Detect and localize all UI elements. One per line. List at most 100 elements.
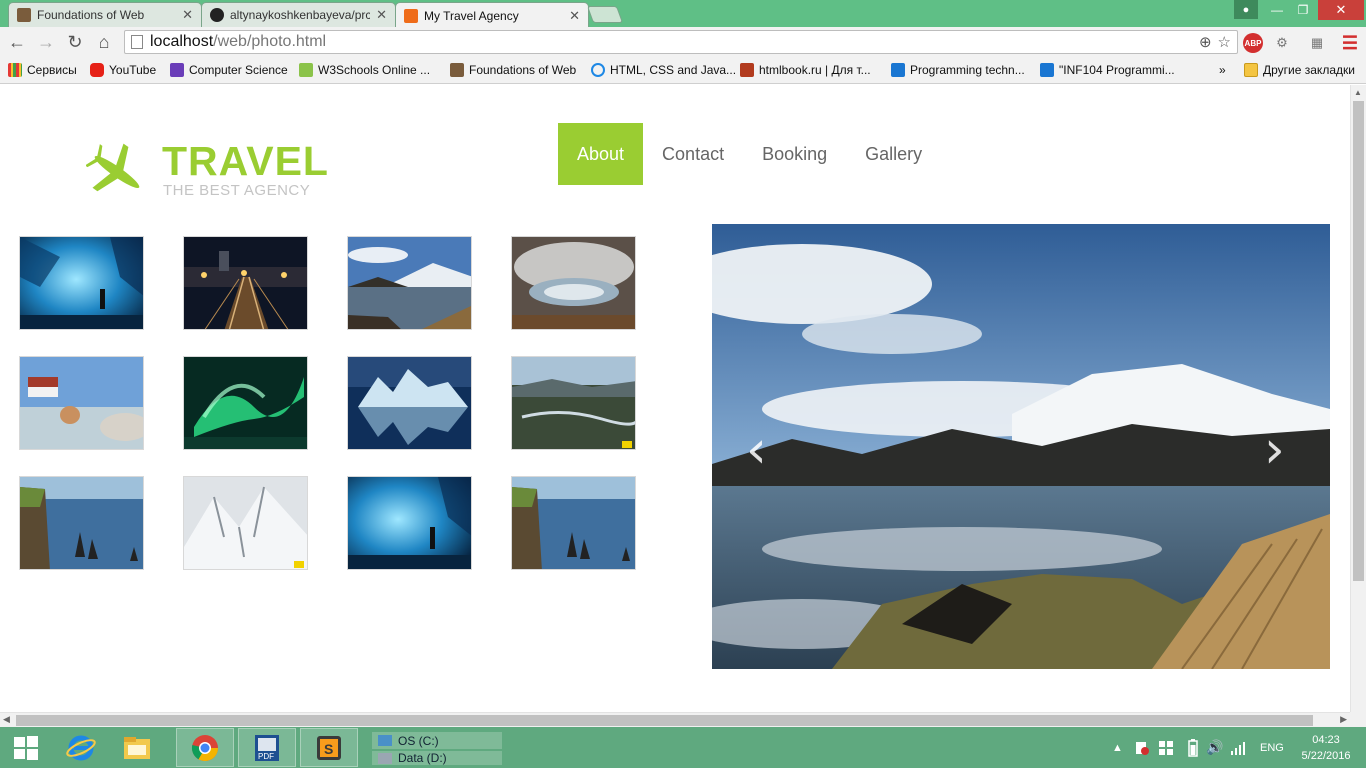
htmlbook-icon: [740, 63, 754, 77]
bookmark-foundations-of-web[interactable]: Foundations of Web: [450, 63, 576, 77]
gallery-thumb-iceberg[interactable]: [347, 356, 472, 450]
minimize-button[interactable]: —: [1264, 0, 1290, 20]
reload-icon[interactable]: ↻: [64, 31, 86, 53]
railway-night-photo: [184, 237, 307, 329]
site-logo[interactable]: TRAVEL THE BEST AGENCY: [86, 139, 328, 201]
bookmark-avatar-icon: [17, 8, 31, 22]
drive-c[interactable]: OS (C:): [372, 732, 502, 749]
tray-app-icon[interactable]: [1158, 727, 1174, 768]
scroll-right-arrow-icon[interactable]: ▶: [1340, 714, 1347, 725]
drive-d[interactable]: Data (D:): [372, 751, 502, 765]
menu-hamburger-icon[interactable]: ☰: [1340, 33, 1360, 53]
new-tab-button[interactable]: [586, 6, 624, 23]
svg-text:PDF: PDF: [258, 752, 274, 761]
bookmark-label: Foundations of Web: [469, 63, 577, 77]
scroll-left-arrow-icon[interactable]: ◀: [3, 714, 10, 725]
gallery-thumb-valley-river[interactable]: [511, 356, 636, 450]
bookmark-x-icon: [1040, 63, 1054, 77]
tab-foundations-of-web[interactable]: Foundations of Web ✕: [8, 2, 202, 27]
horizontal-scroll-thumb[interactable]: [16, 715, 1313, 726]
bookmarks-overflow-button[interactable]: »: [1219, 63, 1226, 77]
extension-gear-icon[interactable]: ⚙: [1272, 33, 1292, 53]
bookmark-youtube[interactable]: YouTube: [90, 63, 156, 77]
zoom-icon[interactable]: ⊕: [1199, 33, 1212, 51]
gallery-thumb-sea-stacks[interactable]: [19, 476, 144, 570]
adblock-icon[interactable]: ABP: [1243, 33, 1263, 53]
tab-close-icon[interactable]: ✕: [376, 7, 387, 23]
valley-river-photo: [512, 357, 635, 449]
extension-puzzle-icon[interactable]: ▦: [1307, 33, 1327, 53]
nav-contact[interactable]: Contact: [643, 123, 743, 185]
person-icon[interactable]: ●: [1234, 0, 1258, 19]
sea-stacks-photo: [512, 477, 635, 569]
chrome-icon[interactable]: [176, 728, 234, 767]
tab-close-icon[interactable]: ✕: [569, 8, 580, 24]
slider-prev-chevron-icon[interactable]: ‹: [746, 424, 767, 476]
page-icon: [131, 35, 143, 49]
apps-grid-icon: [8, 63, 22, 77]
bookmark-programming-techn[interactable]: Programming techn...: [891, 63, 1025, 77]
pdf-reader-icon[interactable]: PDF: [238, 728, 296, 767]
restore-button[interactable]: ❐: [1290, 0, 1316, 20]
gallery-thumb-sea-stacks-2[interactable]: [511, 476, 636, 570]
bookmark-label: W3Schools Online ...: [318, 63, 431, 77]
bookmark-avatar-icon: [450, 63, 464, 77]
battery-icon[interactable]: [1188, 727, 1198, 768]
gallery-thumb-railway-night[interactable]: [183, 236, 308, 330]
slider-next-chevron-icon[interactable]: ›: [1264, 424, 1285, 476]
gallery-thumb-ice-cave-2[interactable]: [347, 476, 472, 570]
gallery-thumb-mountain-lake[interactable]: [347, 236, 472, 330]
nav-booking[interactable]: Booking: [743, 123, 846, 185]
bookmark-services[interactable]: Сервисы: [8, 63, 77, 77]
tray-flag-icon[interactable]: [1134, 727, 1150, 768]
gallery-thumb-hot-spring[interactable]: [19, 356, 144, 450]
address-bar[interactable]: localhost/web/photo.html ⊕ ☆: [124, 30, 1238, 54]
star-icon[interactable]: ☆: [1218, 33, 1231, 51]
sublime-text-icon[interactable]: S: [300, 728, 358, 767]
scroll-up-arrow-icon[interactable]: ▲: [1354, 88, 1362, 97]
mountain-lake-photo: [348, 237, 471, 329]
page-viewport: TRAVEL THE BEST AGENCY About Contact Boo…: [0, 85, 1350, 712]
tab-github-repo[interactable]: altynaykoshkenbayeva/prc ✕: [201, 2, 396, 27]
language-indicator[interactable]: ENG: [1260, 727, 1284, 768]
nav-about[interactable]: About: [558, 123, 644, 185]
clock-time: 04:23: [1312, 734, 1340, 746]
volume-icon[interactable]: 🔊: [1206, 727, 1223, 768]
internet-explorer-icon[interactable]: [58, 728, 104, 767]
tab-close-icon[interactable]: ✕: [182, 7, 193, 23]
gallery-thumb-ice-cave[interactable]: [19, 236, 144, 330]
drive-icon: [378, 735, 392, 746]
vertical-scrollbar[interactable]: ▲: [1350, 85, 1366, 712]
nav-gallery[interactable]: Gallery: [846, 123, 941, 185]
bookmark-html-css-java[interactable]: HTML, CSS and Java...: [591, 63, 736, 77]
bookmark-htmlbook[interactable]: htmlbook.ru | Для т...: [740, 63, 871, 77]
youtube-icon: [90, 63, 104, 77]
browser-toolbar: ← → ↻ ⌂ localhost/web/photo.html ⊕ ☆ ABP…: [0, 27, 1366, 58]
tab-my-travel-agency[interactable]: My Travel Agency ✕: [395, 2, 589, 28]
horizontal-scrollbar[interactable]: ◀ ▶: [0, 712, 1350, 727]
forward-arrow-icon[interactable]: →: [35, 31, 57, 53]
other-bookmarks-folder[interactable]: Другие закладки: [1244, 63, 1355, 77]
bookmark-label: Programming techn...: [910, 63, 1025, 77]
hot-spring-photo: [20, 357, 143, 449]
gallery-thumb-cloud-reflection[interactable]: [511, 236, 636, 330]
aurora-photo: [184, 357, 307, 449]
bookmark-computer-science[interactable]: Computer Science: [170, 63, 288, 77]
chevron-double-right-icon: »: [1219, 63, 1226, 77]
bookmark-inf104[interactable]: "INF104 Programmi...: [1040, 63, 1175, 77]
url-host: localhost: [150, 33, 214, 50]
folder-icon: [1244, 63, 1258, 77]
start-windows-icon[interactable]: [4, 728, 48, 767]
home-icon[interactable]: ⌂: [93, 31, 115, 53]
vertical-scroll-thumb[interactable]: [1353, 101, 1364, 581]
bookmark-w3schools[interactable]: W3Schools Online ...: [299, 63, 430, 77]
tray-expand-arrow-icon[interactable]: ▲: [1112, 727, 1123, 768]
w3schools-icon: [299, 63, 313, 77]
clock[interactable]: 04:23 5/22/2016: [1296, 732, 1356, 764]
gallery-thumb-aurora[interactable]: [183, 356, 308, 450]
file-explorer-icon[interactable]: [114, 728, 160, 767]
back-arrow-icon[interactable]: ←: [6, 31, 28, 53]
network-signal-icon[interactable]: [1230, 727, 1246, 768]
close-window-button[interactable]: ✕: [1318, 0, 1364, 20]
gallery-thumb-snowy-mountains[interactable]: [183, 476, 308, 570]
